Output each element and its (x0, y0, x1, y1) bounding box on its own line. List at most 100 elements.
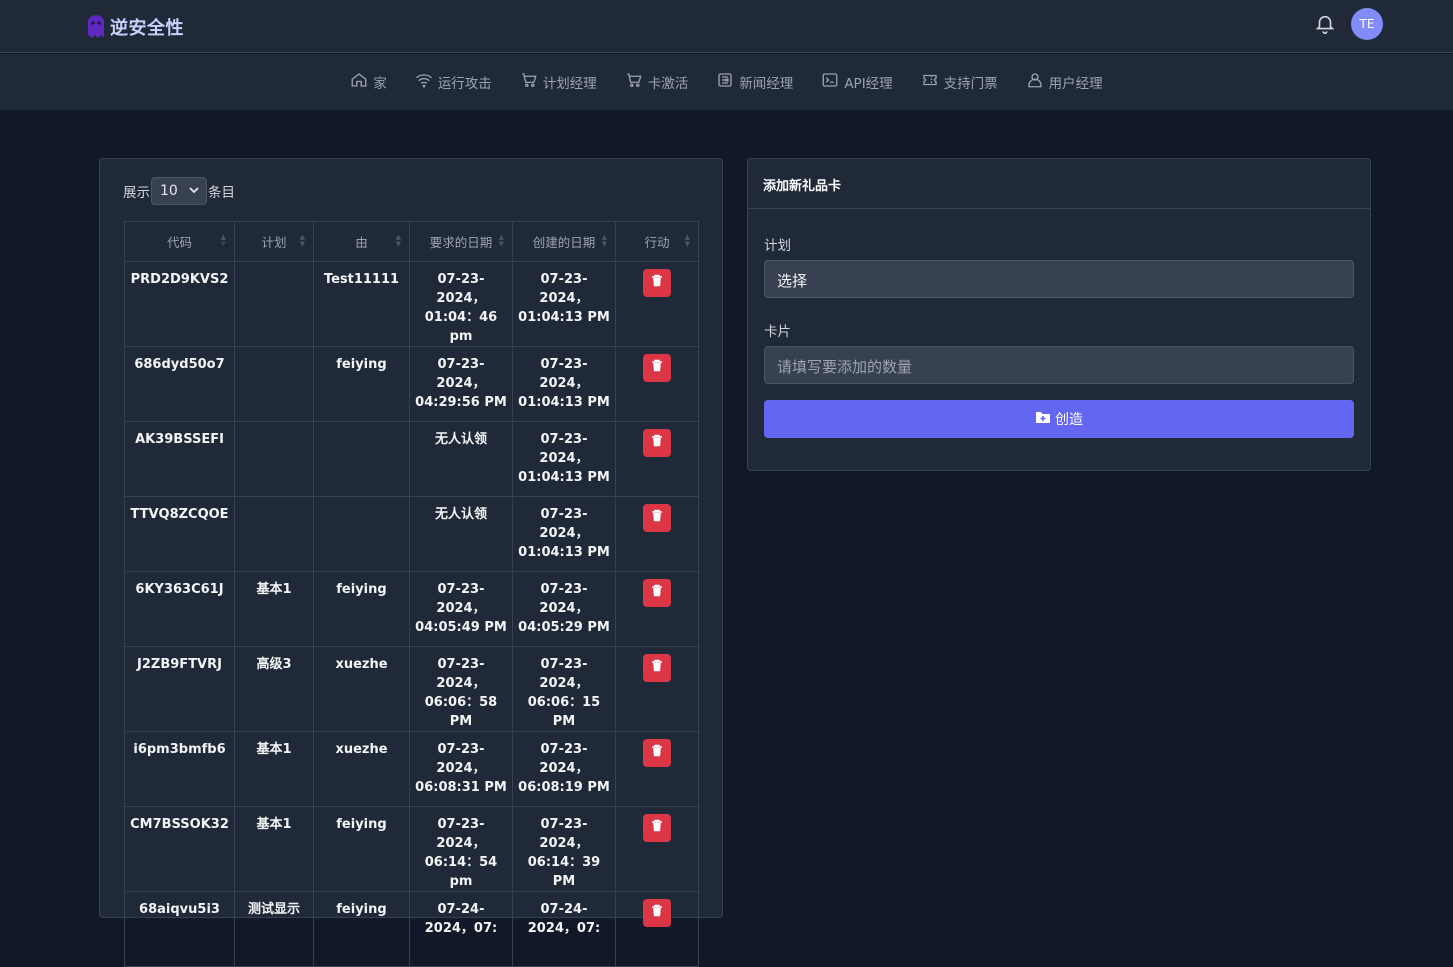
nav-item-plan-manager[interactable]: 计划经理 (520, 71, 597, 93)
trash-icon (651, 744, 663, 763)
folder-plus-icon (1035, 410, 1051, 428)
cell-code: 686dyd50o7 (124, 346, 235, 422)
cell-code: CM7BSSOK32 (124, 806, 235, 892)
nav-item-support-tickets[interactable]: 支持门票 (921, 71, 998, 93)
cell-created-date: 07-23-2024，01:04:13 PM (512, 421, 616, 497)
brand[interactable]: 逆安全性 (86, 10, 184, 44)
sort-icon: ▲ ▼ (299, 233, 305, 248)
cell-created-date: 07-23-2024，06:06：15 PM (512, 646, 616, 732)
cell-action (615, 646, 699, 732)
cell-plan (234, 346, 314, 422)
cell-plan (234, 261, 314, 347)
trash-icon (651, 509, 663, 528)
delete-button[interactable] (643, 354, 671, 382)
delete-button[interactable] (643, 269, 671, 297)
table-header-row: 代码 ▲ ▼ 计划 ▲ ▼ 由 ▲ ▼ 要求的日期 ▲ ▼ 创建的日期 ▲ ▼ 行动 ▲ ▼ (124, 221, 699, 262)
cell-by (313, 496, 410, 572)
panel-title: 添加新礼品卡 (748, 159, 1370, 209)
cell-claimed-date: 07-23-2024，04:29:56 PM (409, 346, 513, 422)
cell-plan: 测试显示 (234, 891, 314, 967)
cell-claimed-date: 07-23-2024，01:04：46 pm (409, 261, 513, 347)
nav-item-card-activation[interactable]: 卡激活 (625, 71, 688, 93)
cell-plan (234, 421, 314, 497)
terminal-icon (821, 71, 839, 93)
brand-name: 逆安全性 (110, 18, 184, 39)
cell-by: feiying (313, 806, 410, 892)
add-gift-card-panel: 添加新礼品卡 计划 选择 卡片 请填写要添加的数量 创造 (747, 158, 1371, 471)
column-header-claimed-date[interactable]: 要求的日期 ▲ ▼ (409, 221, 513, 262)
trash-icon (651, 584, 663, 603)
nav-item-api-manager[interactable]: API经理 (821, 71, 893, 93)
cell-action (615, 496, 699, 572)
cell-created-date: 07-24-2024，07: (512, 891, 616, 967)
entries-value: 10 (160, 183, 178, 199)
main-nav: 家 运行攻击 计划经理 卡激活 新闻经理 API经理 支持门票 用户经理 (0, 54, 1453, 110)
trash-icon (651, 659, 663, 678)
cell-created-date: 07-23-2024，06:08:19 PM (512, 731, 616, 807)
create-button[interactable]: 创造 (764, 400, 1354, 438)
column-header-by[interactable]: 由 ▲ ▼ (313, 221, 410, 262)
cell-plan (234, 496, 314, 572)
sort-icon: ▲ ▼ (601, 233, 607, 248)
cards-quantity-input[interactable]: 请填写要添加的数量 (764, 346, 1354, 384)
table-row: PRD2D9KVS2 Test11111 07-23-2024，01:04：46 p… (124, 261, 699, 347)
plan-select[interactable]: 选择 (764, 260, 1354, 298)
table-row: AK39BSSEFI 无人认领 07-23-2024，01:04:13 PM (124, 421, 699, 497)
column-header-action[interactable]: 行动 ▲ ▼ (615, 221, 699, 262)
bell-icon[interactable] (1314, 13, 1336, 35)
sort-icon: ▲ ▼ (684, 233, 690, 248)
delete-button[interactable] (643, 739, 671, 767)
column-header-created-date[interactable]: 创建的日期 ▲ ▼ (512, 221, 616, 262)
cards-label: 卡片 (764, 324, 791, 340)
cell-claimed-date: 07-24-2024，07: (409, 891, 513, 967)
show-label: 展示 (123, 185, 150, 201)
column-header-plan[interactable]: 计划 ▲ ▼ (234, 221, 314, 262)
gift-cards-table-card: 展示 10 条目 代码 ▲ ▼ 计划 ▲ ▼ 由 ▲ ▼ 要求的日期 ▲ ▼ 创建的日期 ▲ ▼ 行… (99, 158, 723, 967)
nav-label: 运行攻击 (437, 76, 492, 92)
delete-button[interactable] (643, 429, 671, 457)
table-row: J2ZB9FTVRJ 高级3 xuezhe 07-23-2024，06:06：58 P… (124, 646, 699, 732)
cell-claimed-date: 无人认领 (409, 421, 513, 497)
entries-select[interactable]: 10 (151, 177, 207, 205)
cell-plan: 基本1 (234, 731, 314, 807)
cell-plan: 基本1 (234, 571, 314, 647)
ticket-icon (921, 71, 939, 93)
cell-code: AK39BSSEFI (124, 421, 235, 497)
nav-label: API经理 (844, 76, 893, 92)
cell-action (615, 891, 699, 967)
cell-claimed-date: 07-23-2024，06:14：54 pm (409, 806, 513, 892)
nav-item-user-manager[interactable]: 用户经理 (1026, 71, 1103, 93)
cell-claimed-date: 07-23-2024，04:05:49 PM (409, 571, 513, 647)
column-header-code[interactable]: 代码 ▲ ▼ (124, 221, 235, 262)
delete-button[interactable] (643, 814, 671, 842)
delete-button[interactable] (643, 654, 671, 682)
delete-button[interactable] (643, 579, 671, 607)
cell-code: 6KY363C61J (124, 571, 235, 647)
cell-action (615, 261, 699, 347)
cell-by: feiying (313, 346, 410, 422)
delete-button[interactable] (643, 504, 671, 532)
table-row: 68aiqvu5i3 测试显示 feiying 07-24-2024，07: 07-24… (124, 891, 699, 967)
trash-icon (651, 434, 663, 453)
nav-item-home[interactable]: 家 (350, 71, 387, 93)
home-icon (350, 71, 368, 93)
cell-created-date: 07-23-2024，04:05:29 PM (512, 571, 616, 647)
cell-created-date: 07-23-2024，01:04:13 PM (512, 346, 616, 422)
nav-label: 支持门票 (943, 76, 998, 92)
nav-label: 用户经理 (1048, 76, 1103, 92)
sort-icon: ▲ ▼ (498, 233, 504, 248)
cell-created-date: 07-23-2024，06:14：39 PM (512, 806, 616, 892)
chevron-down-icon (189, 183, 199, 199)
delete-button[interactable] (643, 899, 671, 927)
entries-label: 条目 (208, 185, 235, 201)
cell-action (615, 421, 699, 497)
cell-code: TTVQ8ZCQOE (124, 496, 235, 572)
users-icon (1026, 71, 1044, 93)
table-row: i6pm3bmfb6 基本1 xuezhe 07-23-2024，06:08:31 P… (124, 731, 699, 807)
nav-label: 计划经理 (542, 76, 597, 92)
user-avatar[interactable]: TE (1351, 8, 1383, 40)
table-row: CM7BSSOK32 基本1 feiying 07-23-2024，06:14：54 … (124, 806, 699, 892)
cell-by: feiying (313, 571, 410, 647)
nav-item-news-manager[interactable]: 新闻经理 (716, 71, 793, 93)
nav-item-run-attack[interactable]: 运行攻击 (415, 71, 492, 93)
